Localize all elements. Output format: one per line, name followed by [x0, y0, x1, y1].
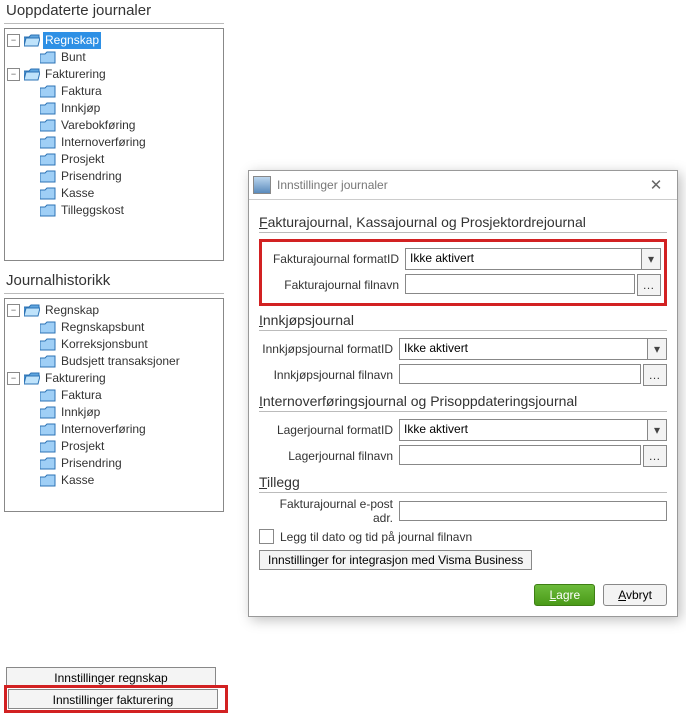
dialog-innstillinger-journaler: Innstillinger journaler ✕ Fakturajournal…: [248, 170, 678, 617]
section-heading: Tillegg: [259, 474, 667, 490]
folder-icon: [40, 51, 56, 64]
visma-integration-button[interactable]: Innstillinger for integrasjon med Visma …: [259, 550, 532, 570]
tree-uoppdaterte[interactable]: − Regnskap Bunt − Fakturering Faktura In…: [4, 28, 224, 261]
chevron-down-icon[interactable]: ▾: [647, 339, 666, 359]
close-icon[interactable]: ✕: [639, 176, 673, 194]
fakturajournal-epost-input[interactable]: [399, 501, 667, 521]
folder-open-icon: [24, 34, 40, 47]
browse-button[interactable]: …: [643, 445, 667, 467]
folder-icon: [40, 338, 56, 351]
highlighted-section: Fakturajournal formatID ▾ Fakturajournal…: [259, 239, 667, 306]
lagerjournal-filnavn-input[interactable]: [399, 445, 641, 465]
tree-leaf[interactable]: Kasse: [23, 472, 221, 489]
combo-input[interactable]: [406, 249, 641, 267]
combo-input[interactable]: [400, 339, 647, 357]
tree-leaf[interactable]: Regnskapsbunt: [23, 319, 221, 336]
cancel-button[interactable]: Avbryt: [603, 584, 667, 606]
save-button[interactable]: Lagre: [534, 584, 595, 606]
folder-icon: [40, 170, 56, 183]
folder-icon: [40, 474, 56, 487]
label: Fakturajournal e-post adr.: [259, 497, 399, 525]
tree-leaf[interactable]: Prosjekt: [23, 151, 221, 168]
tree-leaf[interactable]: Budsjett transaksjoner: [23, 353, 221, 370]
combo-input[interactable]: [400, 420, 647, 438]
collapse-icon[interactable]: −: [7, 304, 20, 317]
app-icon: [253, 176, 271, 194]
browse-button[interactable]: …: [637, 274, 661, 296]
chevron-down-icon[interactable]: ▾: [641, 249, 660, 269]
tree-leaf[interactable]: Korreksjonsbunt: [23, 336, 221, 353]
folder-icon: [40, 85, 56, 98]
tree-leaf[interactable]: Varebokføring: [23, 117, 221, 134]
innkjopsjournal-formatid-combo[interactable]: ▾: [399, 338, 667, 360]
tree-leaf[interactable]: Prisendring: [23, 455, 221, 472]
folder-icon: [40, 153, 56, 166]
browse-button[interactable]: …: [643, 364, 667, 386]
innkjopsjournal-filnavn-input[interactable]: [399, 364, 641, 384]
append-datetime-checkbox[interactable]: [259, 529, 274, 544]
chevron-down-icon[interactable]: ▾: [647, 420, 666, 440]
collapse-icon[interactable]: −: [7, 372, 20, 385]
section-heading: Innkjøpsjournal: [259, 312, 667, 328]
label: Innkjøpsjournal filnavn: [259, 368, 399, 382]
settings-regnskap-button[interactable]: Innstillinger regnskap: [6, 667, 216, 687]
checkbox-label: Legg til dato og tid på journal filnavn: [280, 530, 472, 544]
tree-leaf[interactable]: Innkjøp: [23, 404, 221, 421]
collapse-icon[interactable]: −: [7, 68, 20, 81]
tree-leaf[interactable]: Prosjekt: [23, 438, 221, 455]
folder-open-icon: [24, 68, 40, 81]
tree-leaf[interactable]: Tilleggskost: [23, 202, 221, 219]
tree-leaf[interactable]: Bunt: [23, 49, 221, 66]
tree-leaf[interactable]: Kasse: [23, 185, 221, 202]
fakturajournal-formatid-combo[interactable]: ▾: [405, 248, 661, 270]
panel-title: Uoppdaterte journaler: [6, 2, 224, 19]
folder-icon: [40, 389, 56, 402]
dialog-titlebar[interactable]: Innstillinger journaler ✕: [249, 171, 677, 200]
folder-icon: [40, 204, 56, 217]
folder-icon: [40, 119, 56, 132]
tree-leaf[interactable]: Internoverføring: [23, 134, 221, 151]
tree-leaf[interactable]: Innkjøp: [23, 100, 221, 117]
label: Fakturajournal formatID: [265, 252, 405, 266]
tree-historikk[interactable]: − Regnskap Regnskapsbunt Korreksjonsbunt…: [4, 298, 224, 512]
tree-node-regnskap[interactable]: − Regnskap: [7, 302, 221, 319]
settings-fakturering-button[interactable]: Innstillinger fakturering: [8, 689, 218, 709]
label: Lagerjournal formatID: [259, 423, 399, 437]
folder-open-icon: [24, 304, 40, 317]
folder-icon: [40, 102, 56, 115]
collapse-icon[interactable]: −: [7, 34, 20, 47]
tree-node-fakturering[interactable]: − Fakturering: [7, 370, 221, 387]
panel-title: Journalhistorikk: [6, 272, 224, 289]
folder-icon: [40, 187, 56, 200]
tree-leaf[interactable]: Internoverføring: [23, 421, 221, 438]
folder-icon: [40, 423, 56, 436]
folder-icon: [40, 457, 56, 470]
folder-icon: [40, 440, 56, 453]
folder-open-icon: [24, 372, 40, 385]
label: Innkjøpsjournal formatID: [259, 342, 399, 356]
section-heading: Fakturajournal, Kassajournal og Prosjekt…: [259, 214, 667, 230]
tree-leaf[interactable]: Faktura: [23, 83, 221, 100]
label: Fakturajournal filnavn: [265, 278, 405, 292]
lagerjournal-formatid-combo[interactable]: ▾: [399, 419, 667, 441]
tree-node-fakturering[interactable]: − Fakturering: [7, 66, 221, 83]
folder-icon: [40, 406, 56, 419]
tree-leaf[interactable]: Faktura: [23, 387, 221, 404]
folder-icon: [40, 136, 56, 149]
folder-icon: [40, 355, 56, 368]
tree-leaf[interactable]: Prisendring: [23, 168, 221, 185]
folder-icon: [40, 321, 56, 334]
label: Lagerjournal filnavn: [259, 449, 399, 463]
tree-node-regnskap[interactable]: − Regnskap: [7, 32, 221, 49]
dialog-title: Innstillinger journaler: [277, 178, 639, 192]
fakturajournal-filnavn-input[interactable]: [405, 274, 635, 294]
section-heading: Internoverføringsjournal og Prisoppdater…: [259, 393, 667, 409]
